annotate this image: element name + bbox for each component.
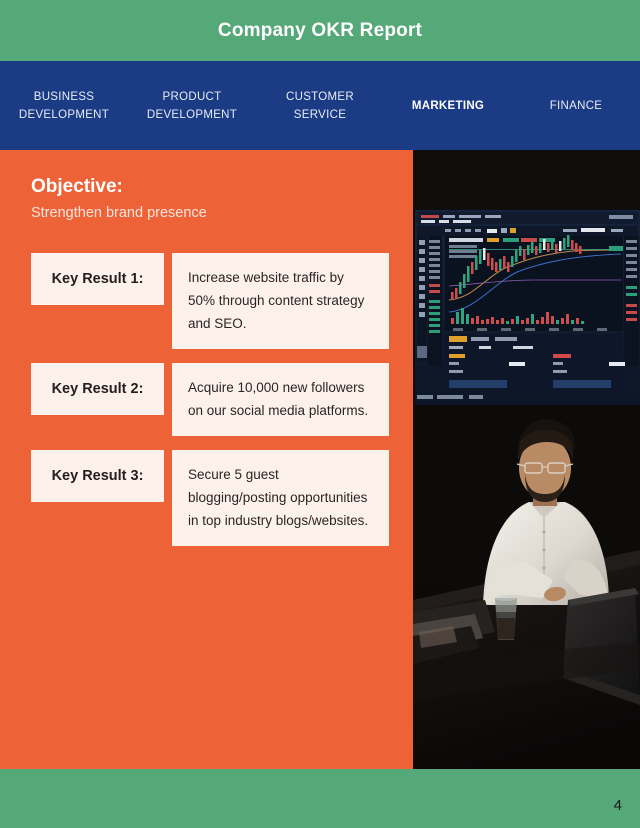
nav-item-business-development[interactable]: BUSINESS DEVELOPMENT bbox=[0, 88, 128, 124]
page-number: 4 bbox=[613, 797, 622, 814]
key-result-label: Key Result 1: bbox=[51, 271, 144, 287]
workspace-photo bbox=[413, 150, 640, 769]
nav-label-line-1: BUSINESS bbox=[33, 90, 95, 103]
key-result-description-card: Secure 5 guest blogging/posting opportun… bbox=[172, 450, 389, 546]
key-result-description: Increase website traffic by 50% through … bbox=[188, 270, 365, 331]
nav-item-list: BUSINESS DEVELOPMENT PRODUCT DEVELOPMENT… bbox=[0, 61, 640, 150]
nav-label-line-1: PRODUCT bbox=[162, 90, 222, 103]
objective-panel: Objective: Strengthen brand presence Key… bbox=[0, 150, 413, 769]
department-nav: BUSINESS DEVELOPMENT PRODUCT DEVELOPMENT… bbox=[0, 61, 640, 150]
key-result-description-card: Acquire 10,000 new followers on our soci… bbox=[172, 363, 389, 436]
okr-report-page: Company OKR Report BUSINESS DEVELOPMENT … bbox=[0, 0, 640, 828]
nav-label-line-1: MARKETING bbox=[411, 99, 485, 112]
nav-label-line-1: FINANCE bbox=[549, 99, 603, 112]
objective-heading: Objective: bbox=[31, 176, 123, 197]
main-content: Objective: Strengthen brand presence Key… bbox=[0, 150, 640, 769]
key-result-label-card: Key Result 1: bbox=[31, 253, 164, 305]
nav-item-customer-service[interactable]: CUSTOMER SERVICE bbox=[256, 88, 384, 124]
nav-item-finance[interactable]: FINANCE bbox=[512, 97, 640, 115]
key-result-row: Key Result 3: Secure 5 guest blogging/po… bbox=[0, 450, 413, 546]
nav-label-line-1: CUSTOMER bbox=[286, 90, 354, 103]
photo-panel bbox=[413, 150, 640, 769]
page-footer: 4 bbox=[0, 769, 640, 828]
key-result-description: Secure 5 guest blogging/posting opportun… bbox=[188, 467, 369, 528]
nav-label-line-2: DEVELOPMENT bbox=[146, 108, 238, 121]
nav-label-line-2: DEVELOPMENT bbox=[18, 108, 110, 121]
key-result-label-card: Key Result 2: bbox=[31, 363, 164, 415]
page-header: Company OKR Report bbox=[0, 0, 640, 61]
nav-label-line-2: SERVICE bbox=[293, 108, 347, 121]
key-result-label-card: Key Result 3: bbox=[31, 450, 164, 502]
key-result-label: Key Result 3: bbox=[51, 468, 144, 484]
key-result-row: Key Result 2: Acquire 10,000 new followe… bbox=[0, 363, 413, 436]
key-result-label: Key Result 2: bbox=[51, 381, 144, 397]
key-results-list: Key Result 1: Increase website traffic b… bbox=[0, 253, 413, 560]
nav-item-product-development[interactable]: PRODUCT DEVELOPMENT bbox=[128, 88, 256, 124]
objective-text: Strengthen brand presence bbox=[31, 205, 207, 221]
key-result-description-card: Increase website traffic by 50% through … bbox=[172, 253, 389, 349]
nav-item-marketing[interactable]: MARKETING bbox=[384, 97, 512, 115]
key-result-row: Key Result 1: Increase website traffic b… bbox=[0, 253, 413, 349]
key-result-description: Acquire 10,000 new followers on our soci… bbox=[188, 380, 369, 418]
page-title: Company OKR Report bbox=[217, 19, 423, 41]
